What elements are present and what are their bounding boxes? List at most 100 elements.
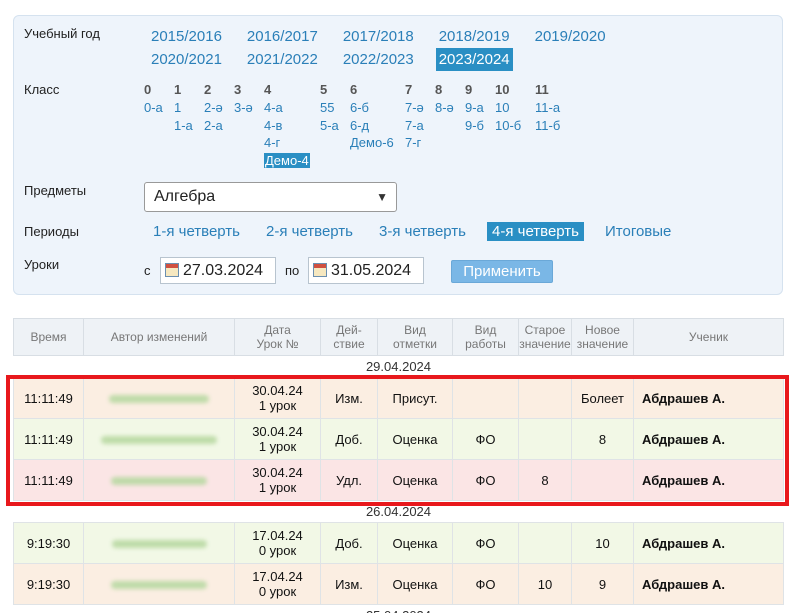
cell-old-value — [518, 377, 572, 419]
author-redacted — [111, 580, 207, 589]
table-row: 9:19:30 17.04.24 0 урок Изм. Оценка ФО 10 9 Абдр… — [13, 563, 784, 605]
cell-author — [83, 459, 235, 501]
class-link[interactable]: 7-ә — [405, 100, 424, 115]
cell-time: 9:19:30 — [13, 563, 84, 605]
cell-work-type: ФО — [452, 522, 519, 564]
class-column: 6 6-б 6-д Демо-6 — [350, 82, 394, 153]
cell-student[interactable]: Абдрашев А. — [633, 522, 784, 564]
class-link[interactable]: 7-г — [405, 135, 421, 150]
date-to-value: 31.05.2024 — [331, 262, 412, 279]
class-column: 11 11-а 11-б — [535, 82, 560, 135]
cell-old-value — [518, 418, 572, 460]
lesson-date: 30.04.24 — [252, 383, 303, 398]
year-link[interactable]: 2017/2018 — [340, 25, 417, 48]
subject-select-value: Алгебра — [154, 188, 216, 205]
period-link[interactable]: 1-я четверть — [148, 222, 245, 241]
col-work-type: Вид работы — [452, 318, 519, 356]
cell-time: 11:11:49 — [13, 418, 84, 460]
class-link[interactable]: 4-г — [264, 135, 280, 150]
year-link[interactable]: 2015/2016 — [148, 25, 225, 48]
col-old-value: Старое значение — [518, 318, 572, 356]
lesson-date: 30.04.24 — [252, 465, 303, 480]
calendar-icon[interactable] — [313, 263, 327, 277]
date-group-row: 25.04.2024 — [13, 604, 784, 613]
period-link[interactable]: 4-я четверть — [487, 222, 584, 241]
class-link[interactable]: 9-а — [465, 100, 484, 115]
cell-old-value: 10 — [518, 563, 572, 605]
date-to-input[interactable]: 31.05.2024 — [308, 257, 424, 284]
class-link[interactable]: 1 — [174, 100, 181, 115]
class-link[interactable]: 7-а — [405, 118, 424, 133]
cell-work-type — [452, 377, 519, 419]
class-grade-number: 7 — [405, 82, 413, 97]
date-from-label: с — [144, 263, 151, 278]
cell-date-lesson: 30.04.24 1 урок — [234, 418, 321, 460]
class-link[interactable]: 6-д — [350, 118, 369, 133]
school-year-label: Учебный год — [24, 26, 100, 41]
lesson-number: 1 урок — [258, 439, 297, 454]
cell-student[interactable]: Абдрашев А. — [633, 418, 784, 460]
class-link[interactable]: 2-ә — [204, 100, 223, 115]
cell-new-value: 9 — [571, 563, 634, 605]
cell-action: Доб. — [320, 522, 378, 564]
filter-panel: Учебный год 2015/2016 2016/2017 2017/2018 2… — [13, 15, 783, 295]
class-link[interactable]: 55 — [320, 100, 334, 115]
class-link[interactable]: 0-а — [144, 100, 163, 115]
class-link[interactable]: Демо-6 — [350, 135, 394, 150]
year-link[interactable]: 2019/2020 — [532, 25, 609, 48]
cell-student[interactable]: Абдрашев А. — [633, 377, 784, 419]
period-link[interactable]: 2-я четверть — [261, 222, 358, 241]
class-link[interactable]: 11-б — [535, 118, 560, 133]
class-link[interactable]: 10-б — [495, 118, 521, 133]
cell-action: Изм. — [320, 377, 378, 419]
year-link[interactable]: 2023/2024 — [435, 48, 513, 71]
cell-student[interactable]: Абдрашев А. — [633, 563, 784, 605]
class-link[interactable]: 9-б — [465, 118, 484, 133]
class-link[interactable]: 10 — [495, 100, 509, 115]
date-group-label: 25.04.2024 — [13, 604, 784, 613]
cell-action: Удл. — [320, 459, 378, 501]
class-column: 4 4-а 4-в 4-г Демо-4 — [264, 82, 310, 170]
cell-date-lesson: 17.04.24 0 урок — [234, 563, 321, 605]
class-link[interactable]: Демо-4 — [264, 152, 310, 168]
chevron-down-icon: ▼ — [376, 190, 388, 204]
calendar-icon[interactable] — [165, 263, 179, 277]
class-link[interactable]: 2-а — [204, 118, 223, 133]
class-column: 10 10 10-б — [495, 82, 521, 135]
table-row: 11:11:49 30.04.24 1 урок Изм. Присут. Болеет А… — [13, 377, 784, 419]
cell-mark-type: Оценка — [377, 459, 453, 501]
class-grade-number: 0 — [144, 82, 152, 97]
class-link[interactable]: 8-ә — [435, 100, 454, 115]
year-link[interactable]: 2016/2017 — [244, 25, 321, 48]
class-link[interactable]: 3-ә — [234, 100, 253, 115]
col-student: Ученик — [633, 318, 784, 356]
year-link[interactable]: 2021/2022 — [244, 48, 321, 71]
periods-label: Периоды — [24, 224, 79, 239]
date-group-label: 26.04.2024 — [13, 500, 784, 523]
class-link[interactable]: 5-а — [320, 118, 339, 133]
date-from-input[interactable]: 27.03.2024 — [160, 257, 276, 284]
subject-select[interactable]: Алгебра ▼ — [144, 182, 397, 212]
class-link[interactable]: 4-в — [264, 118, 282, 133]
class-link[interactable]: 4-а — [264, 100, 283, 115]
class-link[interactable]: 6-б — [350, 100, 369, 115]
year-link[interactable]: 2020/2021 — [148, 48, 225, 71]
apply-button[interactable]: Применить — [451, 260, 553, 283]
date-group-row: 26.04.2024 — [13, 500, 784, 523]
period-link[interactable]: Итоговые — [600, 222, 676, 241]
cell-action: Доб. — [320, 418, 378, 460]
class-column: 3 3-ә — [234, 82, 253, 118]
year-link[interactable]: 2018/2019 — [436, 25, 513, 48]
year-link[interactable]: 2022/2023 — [340, 48, 417, 71]
period-link[interactable]: 3-я четверть — [374, 222, 471, 241]
date-group-row: 29.04.2024 — [13, 355, 784, 378]
class-column: 5 55 5-а — [320, 82, 339, 135]
class-link[interactable]: 11-а — [535, 100, 560, 115]
cell-student[interactable]: Абдрашев А. — [633, 459, 784, 501]
author-redacted — [111, 539, 207, 548]
cell-date-lesson: 30.04.24 1 урок — [234, 459, 321, 501]
class-link[interactable]: 1-а — [174, 118, 193, 133]
class-grade-number: 4 — [264, 82, 272, 97]
class-grade-number: 1 — [174, 82, 182, 97]
year-links: 2015/2016 2016/2017 2017/2018 2018/2019 2019… — [148, 25, 708, 71]
